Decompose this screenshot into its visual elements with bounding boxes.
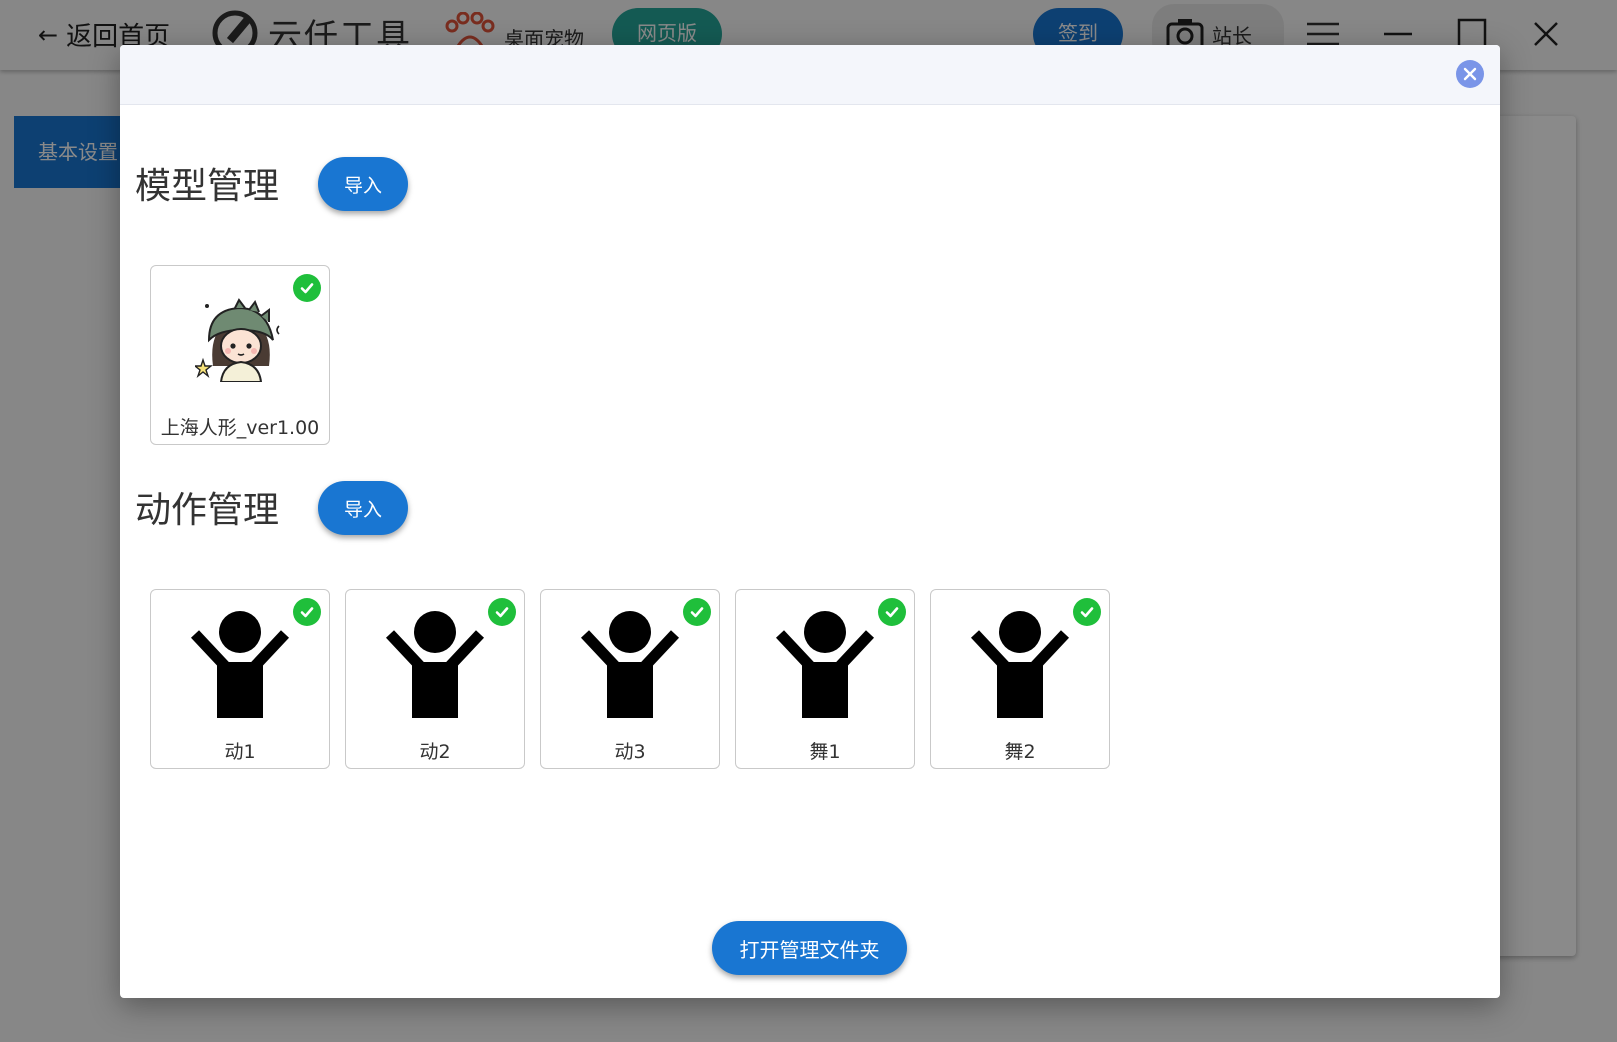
motion-card[interactable]: 动3 <box>540 589 720 769</box>
person-arms-up-icon <box>541 610 719 720</box>
import-model-button[interactable]: 导入 <box>318 157 408 211</box>
model-thumbnail <box>151 296 329 382</box>
close-icon <box>1463 67 1477 81</box>
management-dialog: 模型管理 导入 上海人形_ver1.00 动作管理 导入 动1 动2 动3 舞1… <box>120 45 1500 998</box>
anime-girl-avatar-icon <box>195 298 280 382</box>
motion-name: 动2 <box>419 741 451 763</box>
model-section-title: 模型管理 <box>135 166 280 207</box>
selected-check-icon <box>878 598 906 626</box>
selected-check-icon <box>1073 598 1101 626</box>
selected-check-icon <box>293 598 321 626</box>
model-name: 上海人形_ver1.00 <box>160 417 320 439</box>
model-card[interactable]: 上海人形_ver1.00 <box>150 265 330 445</box>
person-arms-up-icon <box>346 610 524 720</box>
motion-name: 舞1 <box>809 741 841 763</box>
person-arms-up-icon <box>151 610 329 720</box>
motion-section-title: 动作管理 <box>135 490 280 531</box>
motion-card[interactable]: 动2 <box>345 589 525 769</box>
person-arms-up-icon <box>931 610 1109 720</box>
person-arms-up-icon <box>736 610 914 720</box>
selected-check-icon <box>488 598 516 626</box>
motion-name: 动1 <box>224 741 256 763</box>
motion-name: 舞2 <box>1004 741 1036 763</box>
open-folder-button[interactable]: 打开管理文件夹 <box>712 921 907 975</box>
motion-card[interactable]: 动1 <box>150 589 330 769</box>
motion-card[interactable]: 舞1 <box>735 589 915 769</box>
selected-check-icon <box>293 274 321 302</box>
close-dialog-button[interactable] <box>1456 60 1484 88</box>
motion-name: 动3 <box>614 741 646 763</box>
dialog-header <box>120 45 1500 105</box>
selected-check-icon <box>683 598 711 626</box>
import-motion-button[interactable]: 导入 <box>318 481 408 535</box>
motion-card[interactable]: 舞2 <box>930 589 1110 769</box>
